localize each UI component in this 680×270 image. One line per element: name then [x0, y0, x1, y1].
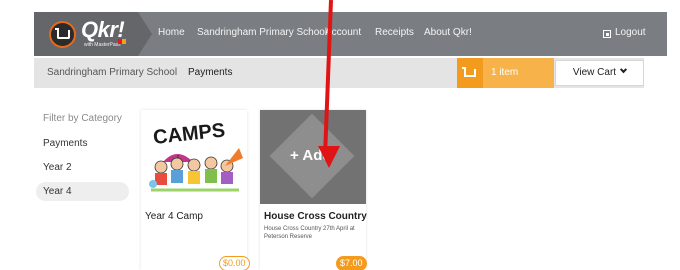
cart-button[interactable] [457, 58, 483, 88]
product-title: Year 4 Camp [145, 211, 203, 222]
nav-home[interactable]: Home [158, 27, 185, 38]
cart-logo-icon [49, 21, 76, 48]
product-card-year4-camp[interactable]: CAMPS Year 4 Camp $0.00 [141, 110, 250, 270]
cart-icon [462, 67, 476, 77]
logo-chevron [138, 12, 152, 56]
product-title: House Cross Country [264, 211, 367, 222]
view-cart-label: View Cart [572, 67, 617, 78]
cart-count-box: 1 item [483, 58, 554, 88]
logo[interactable]: Qkr! with MasterPass [34, 12, 138, 56]
price-badge: $7.00 [336, 256, 367, 270]
nav-about[interactable]: About Qkr! [424, 27, 472, 38]
category-year-4[interactable]: Year 4 [43, 186, 72, 197]
add-overlay[interactable]: + Add [260, 110, 366, 204]
app-frame: Qkr! with MasterPass Home Sandringham Pr… [0, 0, 680, 270]
camp-image: CAMPS [141, 110, 247, 204]
category-payments[interactable]: Payments [43, 138, 87, 149]
product-image: + Add [260, 110, 366, 204]
logo-tagline: with MasterPass [84, 42, 121, 48]
breadcrumb-current: Payments [188, 67, 233, 78]
category-year-2[interactable]: Year 2 [43, 162, 72, 173]
nav-school[interactable]: Sandringham Primary School [197, 27, 327, 38]
view-cart-button[interactable]: View Cart [555, 60, 644, 86]
top-nav-bar: Qkr! with MasterPass Home Sandringham Pr… [34, 12, 667, 56]
logout-icon [603, 30, 611, 38]
product-card-house-cross-country[interactable]: + Add House Cross Country House Cross Co… [260, 110, 367, 270]
price-badge: $0.00 [219, 256, 250, 270]
breadcrumb-school[interactable]: Sandringham Primary School [47, 67, 177, 78]
breadcrumb-bar: Sandringham Primary School Payments 1 it… [34, 58, 644, 88]
logout-link[interactable]: Logout [615, 27, 646, 38]
cart-count: 1 item [491, 67, 519, 78]
nav-receipts[interactable]: Receipts [375, 27, 414, 38]
annotation-arrow-icon [318, 146, 340, 168]
chevron-down-icon [620, 66, 628, 74]
product-description: House Cross Country 27th April at Peters… [264, 226, 355, 240]
filter-title: Filter by Category [43, 113, 122, 124]
masterpass-icon [118, 39, 126, 44]
